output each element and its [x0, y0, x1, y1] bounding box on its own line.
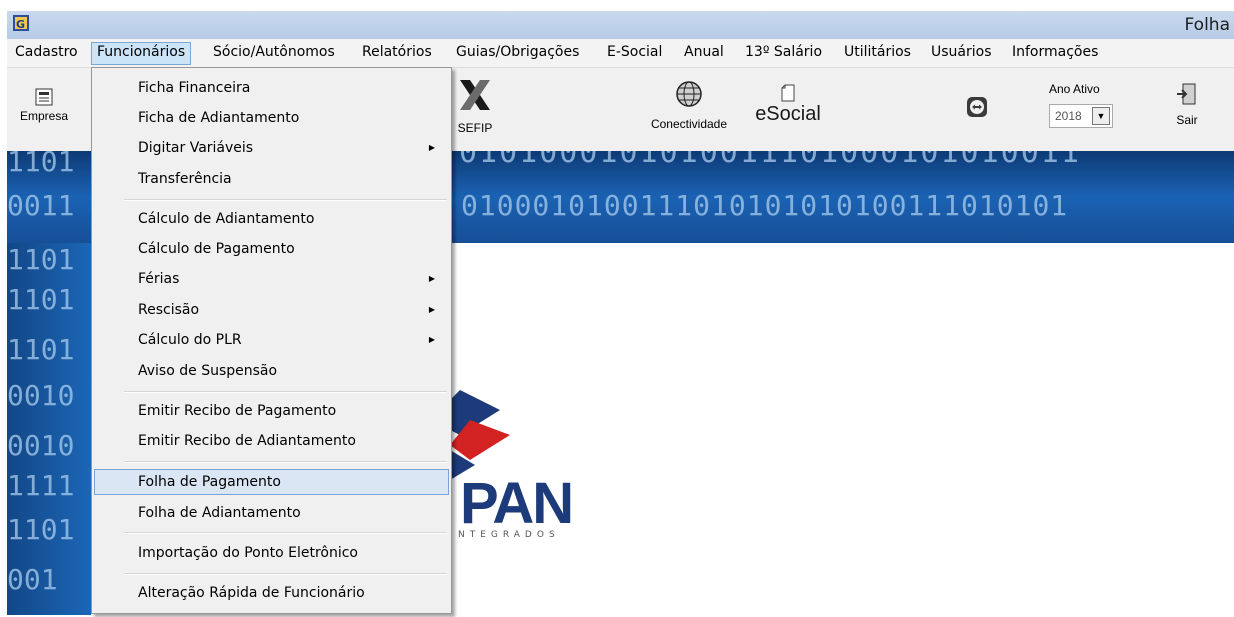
- menu-item-folha-pagamento[interactable]: Folha de Pagamento: [94, 469, 449, 495]
- esocial-label: eSocial: [755, 103, 821, 125]
- menu-item-emitir-recibo-pagamento[interactable]: Emitir Recibo de Pagamento: [94, 398, 449, 424]
- ano-ativo-group: Ano Ativo 2018 ▼: [1035, 82, 1125, 128]
- submenu-arrow-icon: ▶: [428, 335, 435, 344]
- empresa-button[interactable]: Empresa: [9, 88, 79, 123]
- sefip-label: SEFIP: [457, 121, 493, 135]
- menu-item-calculo-adiantamento[interactable]: Cálculo de Adiantamento: [94, 206, 449, 232]
- menu-informacoes[interactable]: Informações: [1007, 42, 1103, 65]
- menu-item-label: Importação do Ponto Eletrônico: [138, 545, 359, 561]
- menu-separator: [124, 391, 447, 393]
- strip-bits: 1101: [7, 283, 75, 316]
- conectividade-button[interactable]: Conectividade: [639, 80, 739, 131]
- teamviewer-icon: [966, 96, 988, 121]
- empresa-icon: [35, 88, 53, 109]
- banner-bits-row1: 0101000101010011101000101010011: [459, 151, 1081, 170]
- menu-item-label: Folha de Pagamento: [138, 474, 281, 490]
- sefip-button[interactable]: SEFIP: [455, 78, 495, 135]
- strip-bits: 0010: [7, 379, 75, 412]
- strip-bits: 0010: [7, 429, 75, 462]
- conectividade-label: Conectividade: [650, 117, 728, 131]
- menu-item-label: Ficha Financeira: [138, 80, 251, 96]
- menu-item-label: Emitir Recibo de Adiantamento: [138, 433, 356, 449]
- exit-door-icon: [1175, 82, 1199, 109]
- menu-funcionarios[interactable]: Funcionários: [91, 42, 192, 65]
- logo-subtext: NTEGRADOS: [458, 530, 560, 540]
- strip-bits: 1111: [7, 469, 75, 502]
- empresa-label: Empresa: [19, 109, 69, 123]
- menu-item-label: Emitir Recibo de Pagamento: [138, 403, 337, 419]
- menu-separator: [124, 461, 447, 463]
- document-icon: [780, 84, 796, 105]
- company-logo: PAN NTEGRADOS: [430, 390, 640, 550]
- app-icon: G: [13, 15, 29, 31]
- sair-button[interactable]: Sair: [1167, 82, 1207, 127]
- ano-ativo-label: Ano Ativo: [1049, 82, 1100, 96]
- menu-item-label: Folha de Adiantamento: [138, 505, 301, 521]
- remote-access-button[interactable]: [965, 96, 989, 121]
- menu-item-label: Cálculo do PLR: [138, 332, 242, 348]
- esocial-button[interactable]: eSocial: [755, 84, 821, 125]
- menu-bar: Cadastro Funcionários Sócio/Autônomos Re…: [7, 39, 1234, 68]
- funcionarios-dropdown: Ficha Financeira Ficha de Adiantamento D…: [91, 67, 452, 614]
- menu-separator: [124, 199, 447, 201]
- globe-icon: [675, 80, 703, 111]
- menu-item-aviso-suspensao[interactable]: Aviso de Suspensão: [94, 358, 449, 384]
- logo-text: PAN: [460, 471, 574, 536]
- menu-item-rescisao[interactable]: Rescisão ▶: [94, 297, 449, 323]
- menu-item-ficha-financeira[interactable]: Ficha Financeira: [94, 75, 449, 101]
- submenu-arrow-icon: ▶: [428, 143, 435, 152]
- menu-item-label: Cálculo de Adiantamento: [138, 211, 315, 227]
- menu-item-label: Ficha de Adiantamento: [138, 110, 300, 126]
- window-title: Folha: [1184, 15, 1231, 35]
- menu-item-transferencia[interactable]: Transferência: [94, 166, 449, 192]
- strip-bits: 001: [7, 563, 58, 596]
- ano-ativo-select[interactable]: 2018 ▼: [1049, 104, 1113, 128]
- menu-usuarios[interactable]: Usuários: [926, 42, 997, 65]
- title-bar: G Folha: [7, 11, 1234, 39]
- banner-left-bits-1: 1101: [7, 151, 75, 178]
- chevron-down-icon[interactable]: ▼: [1092, 107, 1110, 125]
- menu-item-label: Cálculo de Pagamento: [138, 241, 295, 257]
- menu-item-calculo-pagamento[interactable]: Cálculo de Pagamento: [94, 236, 449, 262]
- banner-left-bits-2: 0011: [7, 189, 75, 222]
- menu-item-digitar-variaveis[interactable]: Digitar Variáveis ▶: [94, 135, 449, 161]
- menu-item-emitir-recibo-adiantamento[interactable]: Emitir Recibo de Adiantamento: [94, 428, 449, 454]
- menu-item-label: Férias: [138, 271, 180, 287]
- menu-relatorios[interactable]: Relatórios: [357, 42, 437, 65]
- strip-bits: 1101: [7, 513, 75, 546]
- menu-item-importacao-ponto[interactable]: Importação do Ponto Eletrônico: [94, 540, 449, 566]
- binary-left-strip: 1101 1101 1101 0010 0010 1111 1101 001: [7, 243, 91, 615]
- sair-label: Sair: [1176, 113, 1198, 127]
- strip-bits: 1101: [7, 333, 75, 366]
- sefip-x-icon: [458, 78, 492, 115]
- menu-item-calculo-plr[interactable]: Cálculo do PLR ▶: [94, 327, 449, 353]
- menu-13-salario[interactable]: 13º Salário: [740, 42, 827, 65]
- menu-item-label: Transferência: [138, 171, 232, 187]
- menu-cadastro[interactable]: Cadastro: [10, 42, 83, 65]
- menu-item-label: Aviso de Suspensão: [138, 363, 278, 379]
- menu-item-ferias[interactable]: Férias ▶: [94, 266, 449, 292]
- menu-item-label: Rescisão: [138, 302, 200, 318]
- menu-e-social[interactable]: E-Social: [602, 42, 667, 65]
- menu-item-alteracao-rapida[interactable]: Alteração Rápida de Funcionário: [94, 580, 449, 606]
- banner-bits-row2: 0100010100111010101010100111010101: [461, 189, 1069, 222]
- menu-item-folha-adiantamento[interactable]: Folha de Adiantamento: [94, 500, 449, 526]
- menu-socio-autonomos[interactable]: Sócio/Autônomos: [208, 42, 340, 65]
- submenu-arrow-icon: ▶: [428, 305, 435, 314]
- menu-anual[interactable]: Anual: [679, 42, 729, 65]
- menu-item-label: Digitar Variáveis: [138, 140, 254, 156]
- menu-utilitarios[interactable]: Utilitários: [839, 42, 916, 65]
- menu-separator: [124, 573, 447, 575]
- ano-ativo-value: 2018: [1055, 109, 1082, 123]
- svg-text:G: G: [16, 18, 25, 31]
- submenu-arrow-icon: ▶: [428, 274, 435, 283]
- menu-item-ficha-adiantamento[interactable]: Ficha de Adiantamento: [94, 105, 449, 131]
- menu-separator: [124, 532, 447, 534]
- strip-bits: 1101: [7, 243, 75, 276]
- menu-item-label: Alteração Rápida de Funcionário: [138, 585, 365, 601]
- menu-guias-obrigacoes[interactable]: Guias/Obrigações: [451, 42, 584, 65]
